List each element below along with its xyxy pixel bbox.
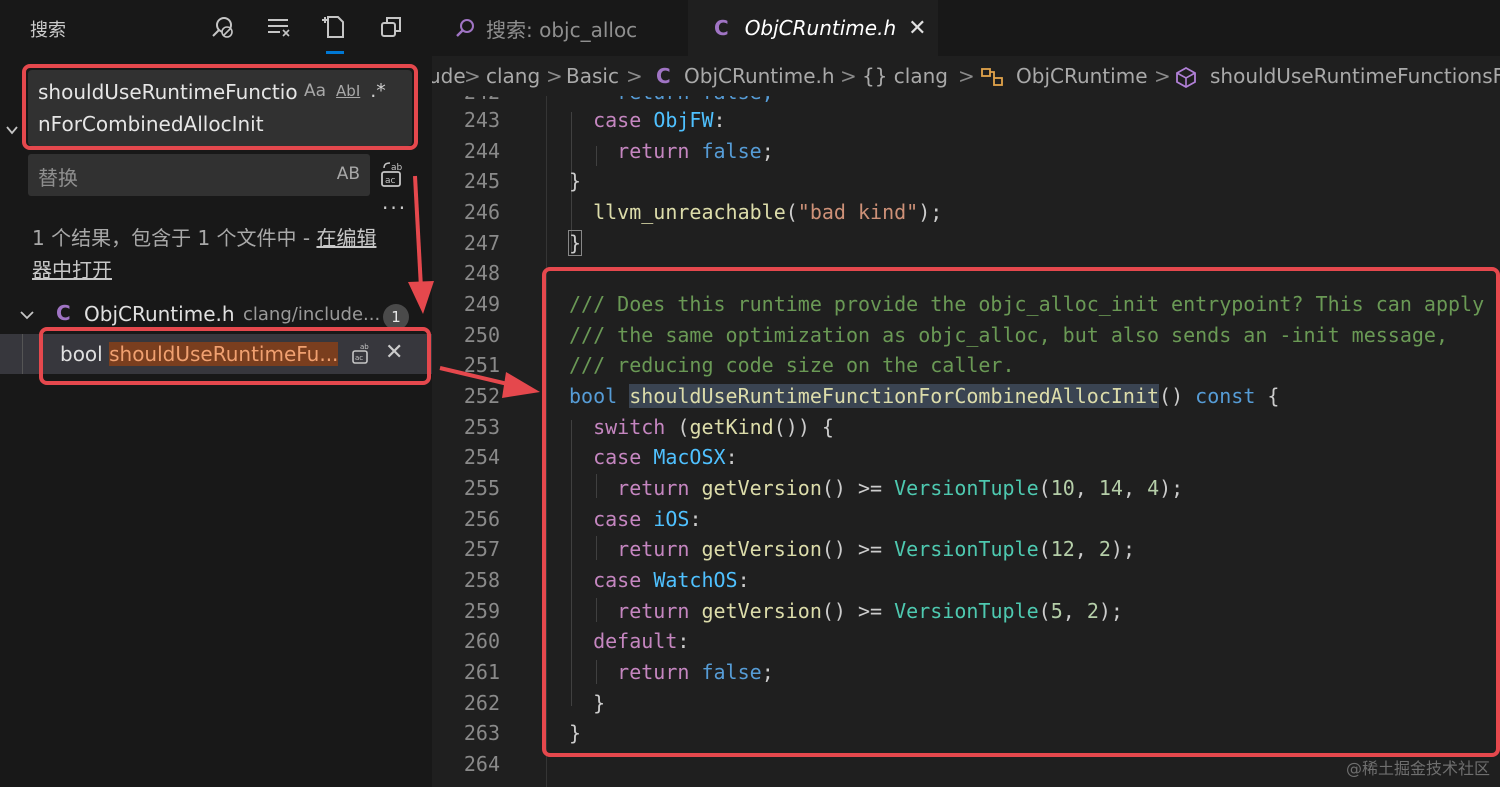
code-line: llvm_unreachable("bad kind");: [593, 200, 943, 224]
results-count-text: 1 个结果，包含于 1 个文件中 -: [32, 226, 317, 250]
svg-text:ac: ac: [385, 176, 396, 186]
breadcrumb-separator: >: [840, 64, 857, 88]
breadcrumb: ude > clang > Basic > C ObjCRuntime.h > …: [432, 56, 1500, 96]
line-number: 251: [463, 353, 500, 377]
line-number: 262: [463, 691, 500, 715]
line-number: 247: [463, 231, 500, 255]
line-number: 249: [463, 292, 500, 316]
method-icon: [1176, 66, 1196, 88]
replace-input[interactable]: 替换 AB: [28, 154, 370, 196]
annotation-box-result: [39, 327, 431, 385]
breadcrumb-item[interactable]: Basic: [566, 64, 619, 88]
chevron-down-icon[interactable]: [4, 122, 20, 138]
breadcrumb-item[interactable]: ude: [432, 64, 466, 88]
line-number: 244: [463, 139, 500, 163]
line-number: 254: [463, 445, 500, 469]
code-line: }: [569, 169, 582, 193]
tab-search-editor[interactable]: 搜索: objc_alloc: [432, 0, 688, 56]
line-number: 242: [432, 96, 500, 104]
line-number: 261: [463, 660, 500, 684]
copy-icon: [381, 17, 401, 37]
breadcrumb-separator: >: [546, 64, 563, 88]
results-summary: 1 个结果，包含于 1 个文件中 - 在编辑器中打开: [32, 222, 392, 286]
code-line: }: [567, 230, 583, 256]
breadcrumb-item[interactable]: ObjCRuntime: [1016, 64, 1148, 88]
replace-placeholder: 替换: [38, 166, 78, 190]
new-search-editor-button[interactable]: [318, 10, 352, 54]
c-file-icon: C: [56, 301, 71, 325]
tab-label: ObjCRuntime.h: [744, 16, 897, 40]
clear-results-button[interactable]: [206, 10, 240, 44]
line-number: 264: [463, 752, 500, 776]
line-number: 255: [463, 476, 500, 500]
class-icon: [981, 68, 1003, 86]
breadcrumb-separator: >: [958, 64, 975, 88]
line-number: 250: [463, 323, 500, 347]
line-number: 263: [463, 721, 500, 745]
sidebar-actions: [206, 10, 408, 54]
line-number: 256: [463, 507, 500, 531]
annotation-box-search: [22, 64, 418, 150]
breadcrumb-separator: >: [464, 64, 481, 88]
collapse-all-icon: [268, 19, 290, 37]
breadcrumb-separator: >: [1154, 64, 1171, 88]
code-line: case ObjFW:: [593, 108, 726, 132]
code-line: return false;: [569, 96, 774, 104]
collapse-all-button[interactable]: [262, 10, 296, 44]
line-number: 259: [463, 599, 500, 623]
watermark: @稀土掘金技术社区: [1345, 759, 1490, 778]
breadcrumb-item[interactable]: ObjCRuntime.h: [684, 64, 835, 88]
line-number: 257: [463, 537, 500, 561]
line-number: 245: [463, 169, 500, 193]
line-number: 260: [463, 629, 500, 653]
svg-text:ab: ab: [391, 163, 403, 173]
chevron-down-icon[interactable]: [18, 306, 36, 324]
result-file-row[interactable]: C ObjCRuntime.h clang/include... 1: [0, 300, 432, 330]
more-actions-button[interactable]: ···: [382, 196, 407, 220]
search-icon: [456, 19, 474, 37]
result-file-name: ObjCRuntime.h: [84, 302, 235, 326]
tab-label: 搜索: objc_alloc: [486, 17, 638, 42]
breadcrumb-separator: >: [626, 64, 643, 88]
c-file-icon: C: [714, 16, 729, 40]
code-line: return false;: [617, 139, 774, 163]
line-number: 252: [463, 384, 500, 408]
breadcrumb-item[interactable]: clang: [486, 64, 540, 88]
clear-results-icon: [212, 17, 233, 38]
line-number: 246: [463, 200, 500, 224]
line-number: 258: [463, 568, 500, 592]
result-file-path: clang/include...: [243, 304, 381, 325]
new-file-icon: [322, 16, 344, 38]
sidebar-title: 搜索: [30, 20, 66, 41]
c-file-icon: C: [656, 64, 671, 88]
indent-guide: [22, 334, 23, 374]
breadcrumb-item[interactable]: {} clang: [862, 64, 948, 88]
editor-tabs: 搜索: objc_alloc C ObjCRuntime.h ✕: [432, 0, 1500, 56]
breadcrumb-item[interactable]: shouldUseRuntimeFunctionsF: [1210, 64, 1500, 88]
view-as-tree-button[interactable]: [374, 10, 408, 44]
line-number: 253: [463, 415, 500, 439]
preserve-case-toggle[interactable]: AB: [337, 164, 360, 184]
replace-all-icon[interactable]: ac ab: [378, 160, 408, 190]
close-tab-icon[interactable]: ✕: [908, 16, 926, 41]
annotation-box-code: [542, 267, 1500, 757]
tab-objcruntime[interactable]: C ObjCRuntime.h ✕: [688, 0, 938, 56]
line-number: 248: [463, 261, 500, 285]
line-number: 243: [463, 108, 500, 132]
